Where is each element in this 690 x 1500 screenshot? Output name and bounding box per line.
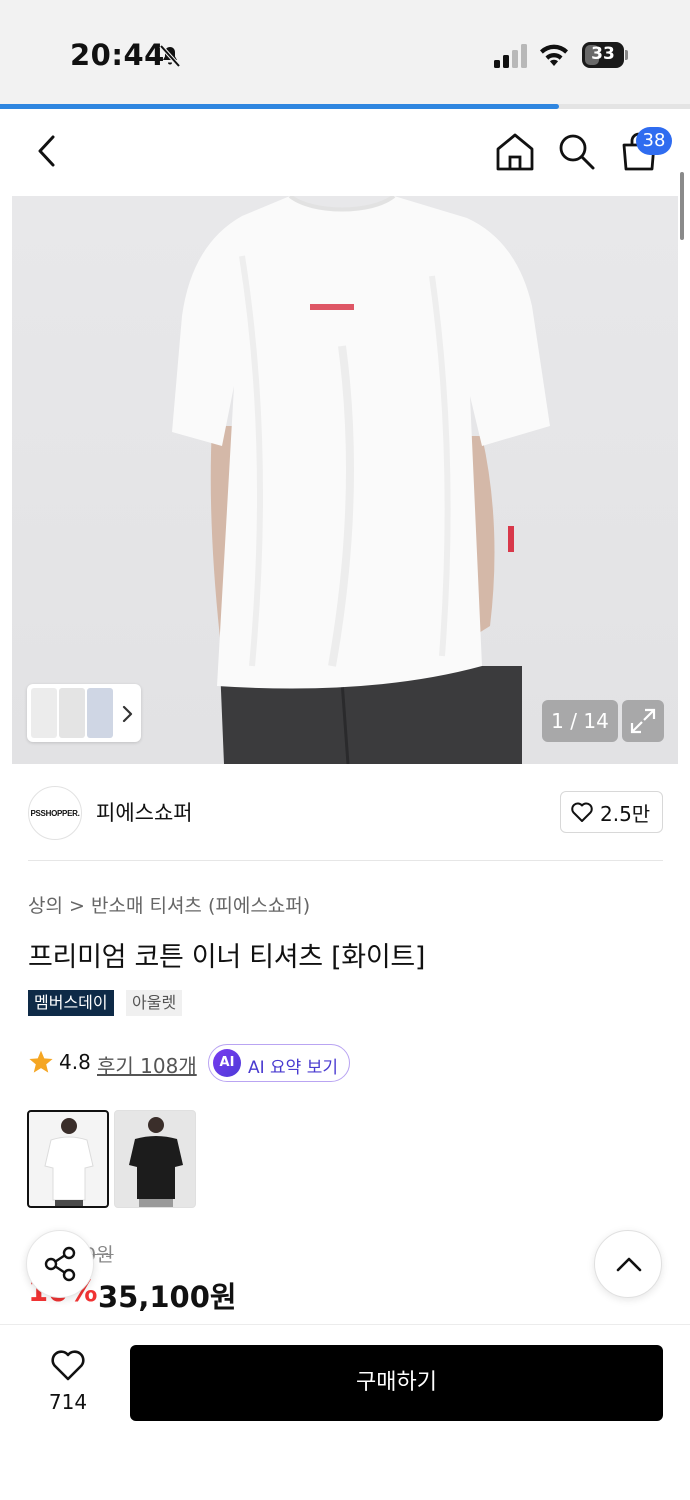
share-icon <box>44 1246 76 1282</box>
ai-summary-label: AI 요약 보기 <box>248 1058 339 1078</box>
brand-logo[interactable]: PSSHOPPER. <box>28 786 82 840</box>
star-icon <box>29 1050 53 1073</box>
battery-icon: 33 <box>582 42 628 68</box>
gallery-counter: 1 / 14 <box>542 700 618 742</box>
wifi-icon <box>540 44 568 66</box>
scrollbar[interactable] <box>680 172 684 240</box>
color-option-white[interactable] <box>27 1110 109 1208</box>
home-icon[interactable] <box>494 131 536 173</box>
search-icon[interactable] <box>556 131 596 171</box>
divider <box>28 860 663 861</box>
cart-count-badge: 38 <box>636 127 672 155</box>
status-bar: 20:44 33 <box>0 0 690 106</box>
outlet-badge: 아울렛 <box>126 990 183 1016</box>
brand-name[interactable]: 피에스쇼퍼 <box>96 797 193 827</box>
scroll-top-button[interactable] <box>594 1230 662 1298</box>
chevron-up-icon <box>616 1257 642 1272</box>
buy-button[interactable]: 구매하기 <box>130 1345 663 1421</box>
top-nav: 38 <box>0 109 690 195</box>
breadcrumb-item-top[interactable]: 상의 <box>28 895 63 917</box>
product-title: 프리미엄 코튼 이너 티셔츠 [화이트] <box>28 942 426 973</box>
signal-icon <box>494 44 527 68</box>
review-link[interactable]: 후기 108개 <box>97 1050 197 1079</box>
mute-icon <box>159 44 181 68</box>
rating-value: 4.8 <box>59 1050 91 1074</box>
breadcrumb: 상의 > 반소매 티셔츠 (피에스쇼퍼) <box>28 891 310 918</box>
product-image[interactable] <box>12 196 678 764</box>
back-icon[interactable] <box>28 129 68 173</box>
battery-level: 33 <box>591 44 615 64</box>
expand-button[interactable] <box>622 700 664 742</box>
wishlist-heart-icon[interactable] <box>50 1348 86 1382</box>
member-day-badge: 멤버스데이 <box>28 990 114 1016</box>
wishlist-count: 714 <box>48 1390 88 1414</box>
expand-icon <box>630 708 656 734</box>
color-option-black[interactable] <box>114 1110 196 1208</box>
share-button[interactable] <box>26 1230 94 1298</box>
brand-like-count: 2.5만 <box>600 802 651 826</box>
breadcrumb-item-short-sleeve[interactable]: 반소매 티셔츠 (피에스쇼퍼) <box>91 895 310 917</box>
sale-price: 35,100원 <box>98 1280 237 1314</box>
status-time: 20:44 <box>70 38 165 72</box>
breadcrumb-separator: > <box>69 895 85 917</box>
heart-icon <box>571 802 593 822</box>
chevron-right-icon[interactable] <box>121 703 135 725</box>
ai-icon: AI <box>213 1049 241 1077</box>
